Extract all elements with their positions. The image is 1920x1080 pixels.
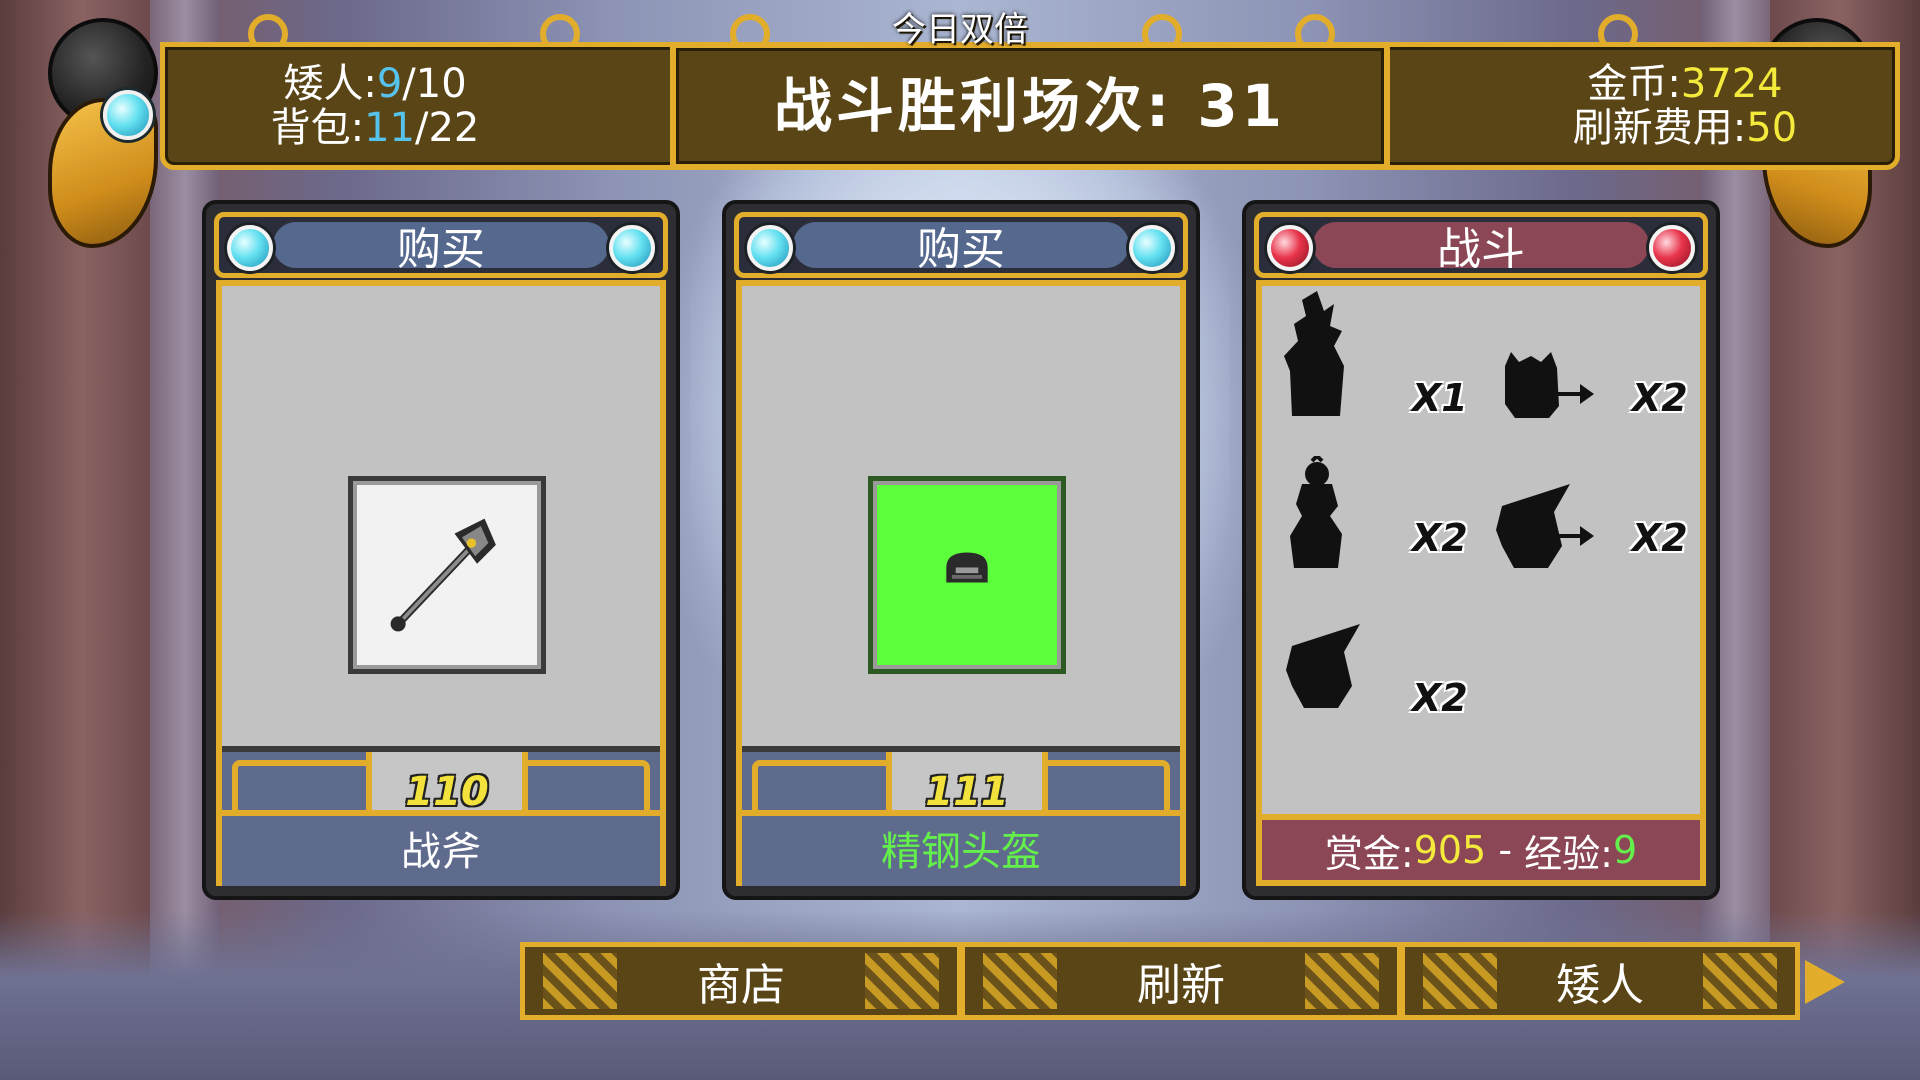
enemy-row: X2 [1272, 616, 1690, 766]
gem-icon [747, 225, 793, 271]
refresh-button[interactable]: 刷新 [960, 942, 1402, 1020]
item-name: 战斧 [222, 810, 660, 880]
dwarves-button-label: 矮人 [1556, 960, 1644, 1011]
enemy-multiplier: X2 [1632, 376, 1688, 420]
card-header: 战斗 [1254, 212, 1708, 278]
refresh-button-label: 刷新 [1137, 960, 1225, 1011]
reward-separator: - [1498, 828, 1513, 872]
dwarf-count-label: 矮人: [283, 61, 377, 107]
buy-button-label: 购买 [917, 224, 1005, 275]
dwarf-count-current: 9 [376, 61, 403, 107]
gold-value: 3724 [1680, 61, 1783, 107]
gem-icon [609, 225, 655, 271]
gold-label: 金币: [1587, 61, 1681, 107]
dwarf-count: 矮人:9/10 [271, 62, 480, 106]
enemy-multiplier: X2 [1412, 676, 1468, 720]
item-slot [348, 476, 546, 674]
enemy-multiplier: X2 [1412, 516, 1468, 560]
item-slot [868, 476, 1066, 674]
battle-card[interactable]: 战斗 X1 X2 X2 X2 X2 赏金: 905 - 经验: 9 [1242, 200, 1720, 900]
bag-count: 背包:11/22 [271, 106, 480, 150]
gold-amount: 金币:3724 [1573, 62, 1797, 106]
reward-bar: 赏金: 905 - 经验: 9 [1262, 814, 1700, 880]
enemy-row: X2 X2 [1272, 456, 1690, 606]
arrow-right-icon[interactable] [1805, 960, 1845, 1004]
exp-value: 9 [1612, 828, 1638, 872]
enemy-multiplier: X2 [1632, 516, 1688, 560]
gem-icon [1129, 225, 1175, 271]
buy-button-label: 购买 [397, 224, 485, 275]
spiky-monster-silhouette-icon [1284, 291, 1344, 416]
shop-card-battle-axe[interactable]: 购买 110 T 战斧 [202, 200, 680, 900]
bounty-value: 905 [1413, 828, 1487, 872]
dwarf-count-max: /10 [402, 61, 467, 107]
card-header: 购买 [214, 212, 668, 278]
refresh-cost: 刷新费用:50 [1573, 106, 1797, 150]
daily-double-label: 今日双倍 [892, 10, 1028, 50]
enemy-row: X1 X2 [1272, 286, 1690, 436]
red-gem-icon [1649, 225, 1695, 271]
bag-count-label: 背包: [270, 105, 365, 151]
top-status-bar: 矮人:9/10 背包:11/22 战斗胜利场次: 31 金币:3724 刷新费用… [140, 14, 1900, 170]
dwarves-button[interactable]: 矮人 [1400, 942, 1800, 1020]
witch-silhouette-icon [1496, 484, 1570, 568]
steel-helmet-icon [946, 552, 988, 583]
upgrade-arrow-icon [1548, 526, 1594, 546]
refresh-cost-label: 刷新费用: [1572, 105, 1747, 151]
card-body: 110 T 战斧 [216, 280, 666, 886]
shop-card-steel-helmet[interactable]: 购买 111 T 精钢头盔 [722, 200, 1200, 900]
refresh-cost-value: 50 [1746, 105, 1798, 151]
battle-wins-count: 战斗胜利场次: 31 [773, 72, 1287, 140]
battle-button-label: 战斗 [1437, 224, 1525, 275]
bounty-label: 赏金: [1324, 831, 1414, 876]
upgrade-arrow-icon [1548, 384, 1594, 404]
shop-button[interactable]: 商店 [520, 942, 962, 1020]
red-gem-icon [1267, 225, 1313, 271]
bag-count-current: 11 [364, 105, 415, 151]
gem-icon [227, 225, 273, 271]
battle-axe-icon [390, 518, 496, 632]
crowned-monster-silhouette-icon [1290, 456, 1342, 568]
exp-label: 经验: [1524, 831, 1613, 876]
bag-count-max: /22 [415, 105, 480, 151]
card-body: X1 X2 X2 X2 X2 赏金: 905 - 经验: 9 [1256, 280, 1706, 886]
enemy-multiplier: X1 [1412, 376, 1468, 420]
witch-silhouette-icon [1286, 624, 1360, 708]
card-body: 111 T 精钢头盔 [736, 280, 1186, 886]
beast-silhouette-icon [1505, 352, 1559, 418]
shop-button-label: 商店 [697, 960, 785, 1011]
item-name: 精钢头盔 [742, 810, 1180, 880]
bottom-navigation: 商店 刷新 矮人 [520, 942, 1845, 1020]
battle-wins-panel: 战斗胜利场次: 31 [670, 42, 1390, 170]
card-header: 购买 [734, 212, 1188, 278]
